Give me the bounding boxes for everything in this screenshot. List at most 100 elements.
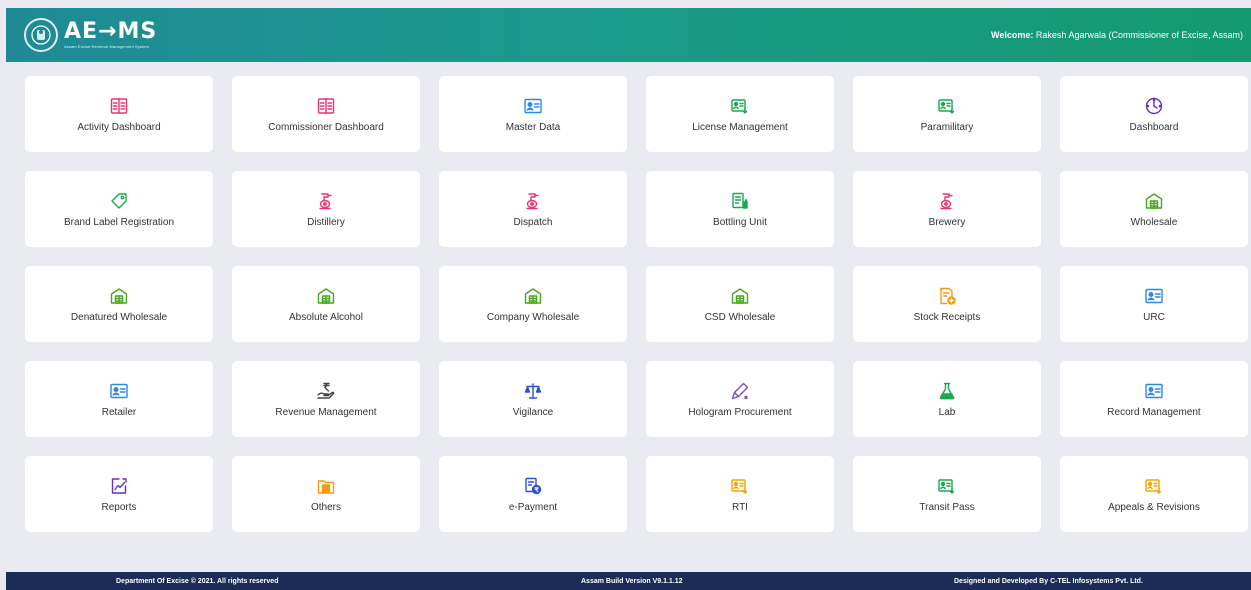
distillery-icon [523,191,543,211]
id-card-icon [1144,286,1164,306]
module-tile-paramilitary[interactable]: Paramilitary [853,76,1041,152]
module-tile-label: Record Management [1107,406,1201,418]
module-tile-brand-label-registration[interactable]: Brand Label Registration [25,171,213,247]
receipt-icon [937,286,957,306]
warehouse-icon [109,286,129,306]
app-logo: AE→MS [64,19,158,44]
welcome-prefix: Welcome: [991,30,1034,40]
module-tile-denatured-wholesale[interactable]: Denatured Wholesale [25,266,213,342]
module-tile-vigilance[interactable]: Vigilance [439,361,627,437]
tag-icon [109,191,129,211]
module-tile-csd-wholesale[interactable]: CSD Wholesale [646,266,834,342]
module-tile-distillery[interactable]: Distillery [232,171,420,247]
module-tile-label: Appeals & Revisions [1108,501,1200,513]
module-tile-master-data[interactable]: Master Data [439,76,627,152]
module-tile-label: RTI [732,501,748,513]
module-tile-label: CSD Wholesale [704,311,776,323]
module-tile-label: Denatured Wholesale [70,311,168,323]
module-tile-dispatch[interactable]: Dispatch [439,171,627,247]
module-tile-record-management[interactable]: Record Management [1060,361,1248,437]
module-tile-rti[interactable]: RTI [646,456,834,532]
module-tile-label: Retailer [101,406,137,418]
module-tile-lab[interactable]: Lab [853,361,1041,437]
footer-build-version: Assam Build Version V9.1.1.12 [581,577,683,585]
module-tile-label: Bottling Unit [713,216,767,228]
payment-icon [523,476,543,496]
warehouse-icon [316,286,336,306]
folder-icon [316,476,336,496]
module-tile-e-payment[interactable]: e-Payment [439,456,627,532]
module-tile-label: Stock Receipts [913,311,981,323]
module-tile-label: URC [1143,311,1165,323]
list-icon [109,96,129,116]
bottling-icon [730,191,750,211]
module-tile-label: Wholesale [1130,216,1178,228]
module-tile-appeals-and-revisions[interactable]: Appeals & Revisions [1060,456,1248,532]
module-tile-activity-dashboard[interactable]: Activity Dashboard [25,76,213,152]
module-tile-label: Master Data [505,121,561,133]
module-tile-label: Revenue Management [275,406,377,418]
module-tile-label: Others [310,501,341,513]
distillery-icon [937,191,957,211]
module-tile-transit-pass[interactable]: Transit Pass [853,456,1041,532]
module-tile-absolute-alcohol[interactable]: Absolute Alcohol [232,266,420,342]
id-card-icon [1144,381,1164,401]
module-tile-label: Reports [101,501,137,513]
state-emblem-icon [24,18,58,52]
module-tile-bottling-unit[interactable]: Bottling Unit [646,171,834,247]
list-icon [316,96,336,116]
brand[interactable]: AE→MS Assam Excise Revenue Management Sy… [24,18,157,52]
module-tile-label: Dispatch [513,216,553,228]
module-tile-label: Dashboard [1129,121,1179,133]
module-tile-reports[interactable]: Reports [25,456,213,532]
module-tile-others[interactable]: Others [232,456,420,532]
footer: Department Of Excise © 2021. All rights … [6,572,1251,590]
license-icon [730,476,750,496]
module-tile-label: Brewery [928,216,966,228]
module-tile-hologram-procurement[interactable]: Hologram Procurement [646,361,834,437]
module-tile-label: Vigilance [512,406,554,418]
module-tile-label: Distillery [307,216,345,228]
app-tagline: Assam Excise Revenue Management System [64,44,149,49]
welcome-user[interactable]: Rakesh Agarwala (Commissioner of Excise,… [1036,30,1243,40]
warehouse-icon [730,286,750,306]
warehouse-icon [523,286,543,306]
module-tile-label: e-Payment [508,501,558,513]
module-tile-brewery[interactable]: Brewery [853,171,1041,247]
module-tile-revenue-management[interactable]: Revenue Management [232,361,420,437]
license-icon [730,96,750,116]
module-tile-license-management[interactable]: License Management [646,76,834,152]
id-card-icon [523,96,543,116]
module-tile-stock-receipts[interactable]: Stock Receipts [853,266,1041,342]
license-icon [1144,476,1164,496]
id-card-icon [109,381,129,401]
module-tile-label: Hologram Procurement [688,406,792,418]
module-tile-label: Activity Dashboard [77,121,161,133]
welcome-text: Welcome: Rakesh Agarwala (Commissioner o… [991,30,1243,40]
warehouse-icon [1144,191,1164,211]
module-tile-company-wholesale[interactable]: Company Wholesale [439,266,627,342]
footer-copyright: Department Of Excise © 2021. All rights … [116,577,279,585]
module-tile-label: License Management [692,121,788,133]
flask-icon [937,381,957,401]
top-header: AE→MS Assam Excise Revenue Management Sy… [6,8,1251,62]
module-tile-commissioner-dashboard[interactable]: Commissioner Dashboard [232,76,420,152]
module-tile-label: Company Wholesale [486,311,580,323]
scales-icon [523,381,543,401]
pen-icon [730,381,750,401]
module-tile-label: Lab [938,406,956,418]
module-tile-wholesale[interactable]: Wholesale [1060,171,1248,247]
module-tile-label: Absolute Alcohol [289,311,363,323]
report-icon [109,476,129,496]
module-tile-dashboard[interactable]: Dashboard [1060,76,1248,152]
module-tile-label: Brand Label Registration [63,216,175,228]
module-tile-retailer[interactable]: Retailer [25,361,213,437]
rupee-hand-icon [316,381,336,401]
distillery-icon [316,191,336,211]
module-tile-label: Transit Pass [919,501,975,513]
module-tile-urc[interactable]: URC [1060,266,1248,342]
module-grid: Activity Dashboard Commissioner Dashboard… [25,76,1248,532]
module-tile-label: Commissioner Dashboard [268,121,384,133]
license-icon [937,96,957,116]
module-tile-label: Paramilitary [920,121,974,133]
